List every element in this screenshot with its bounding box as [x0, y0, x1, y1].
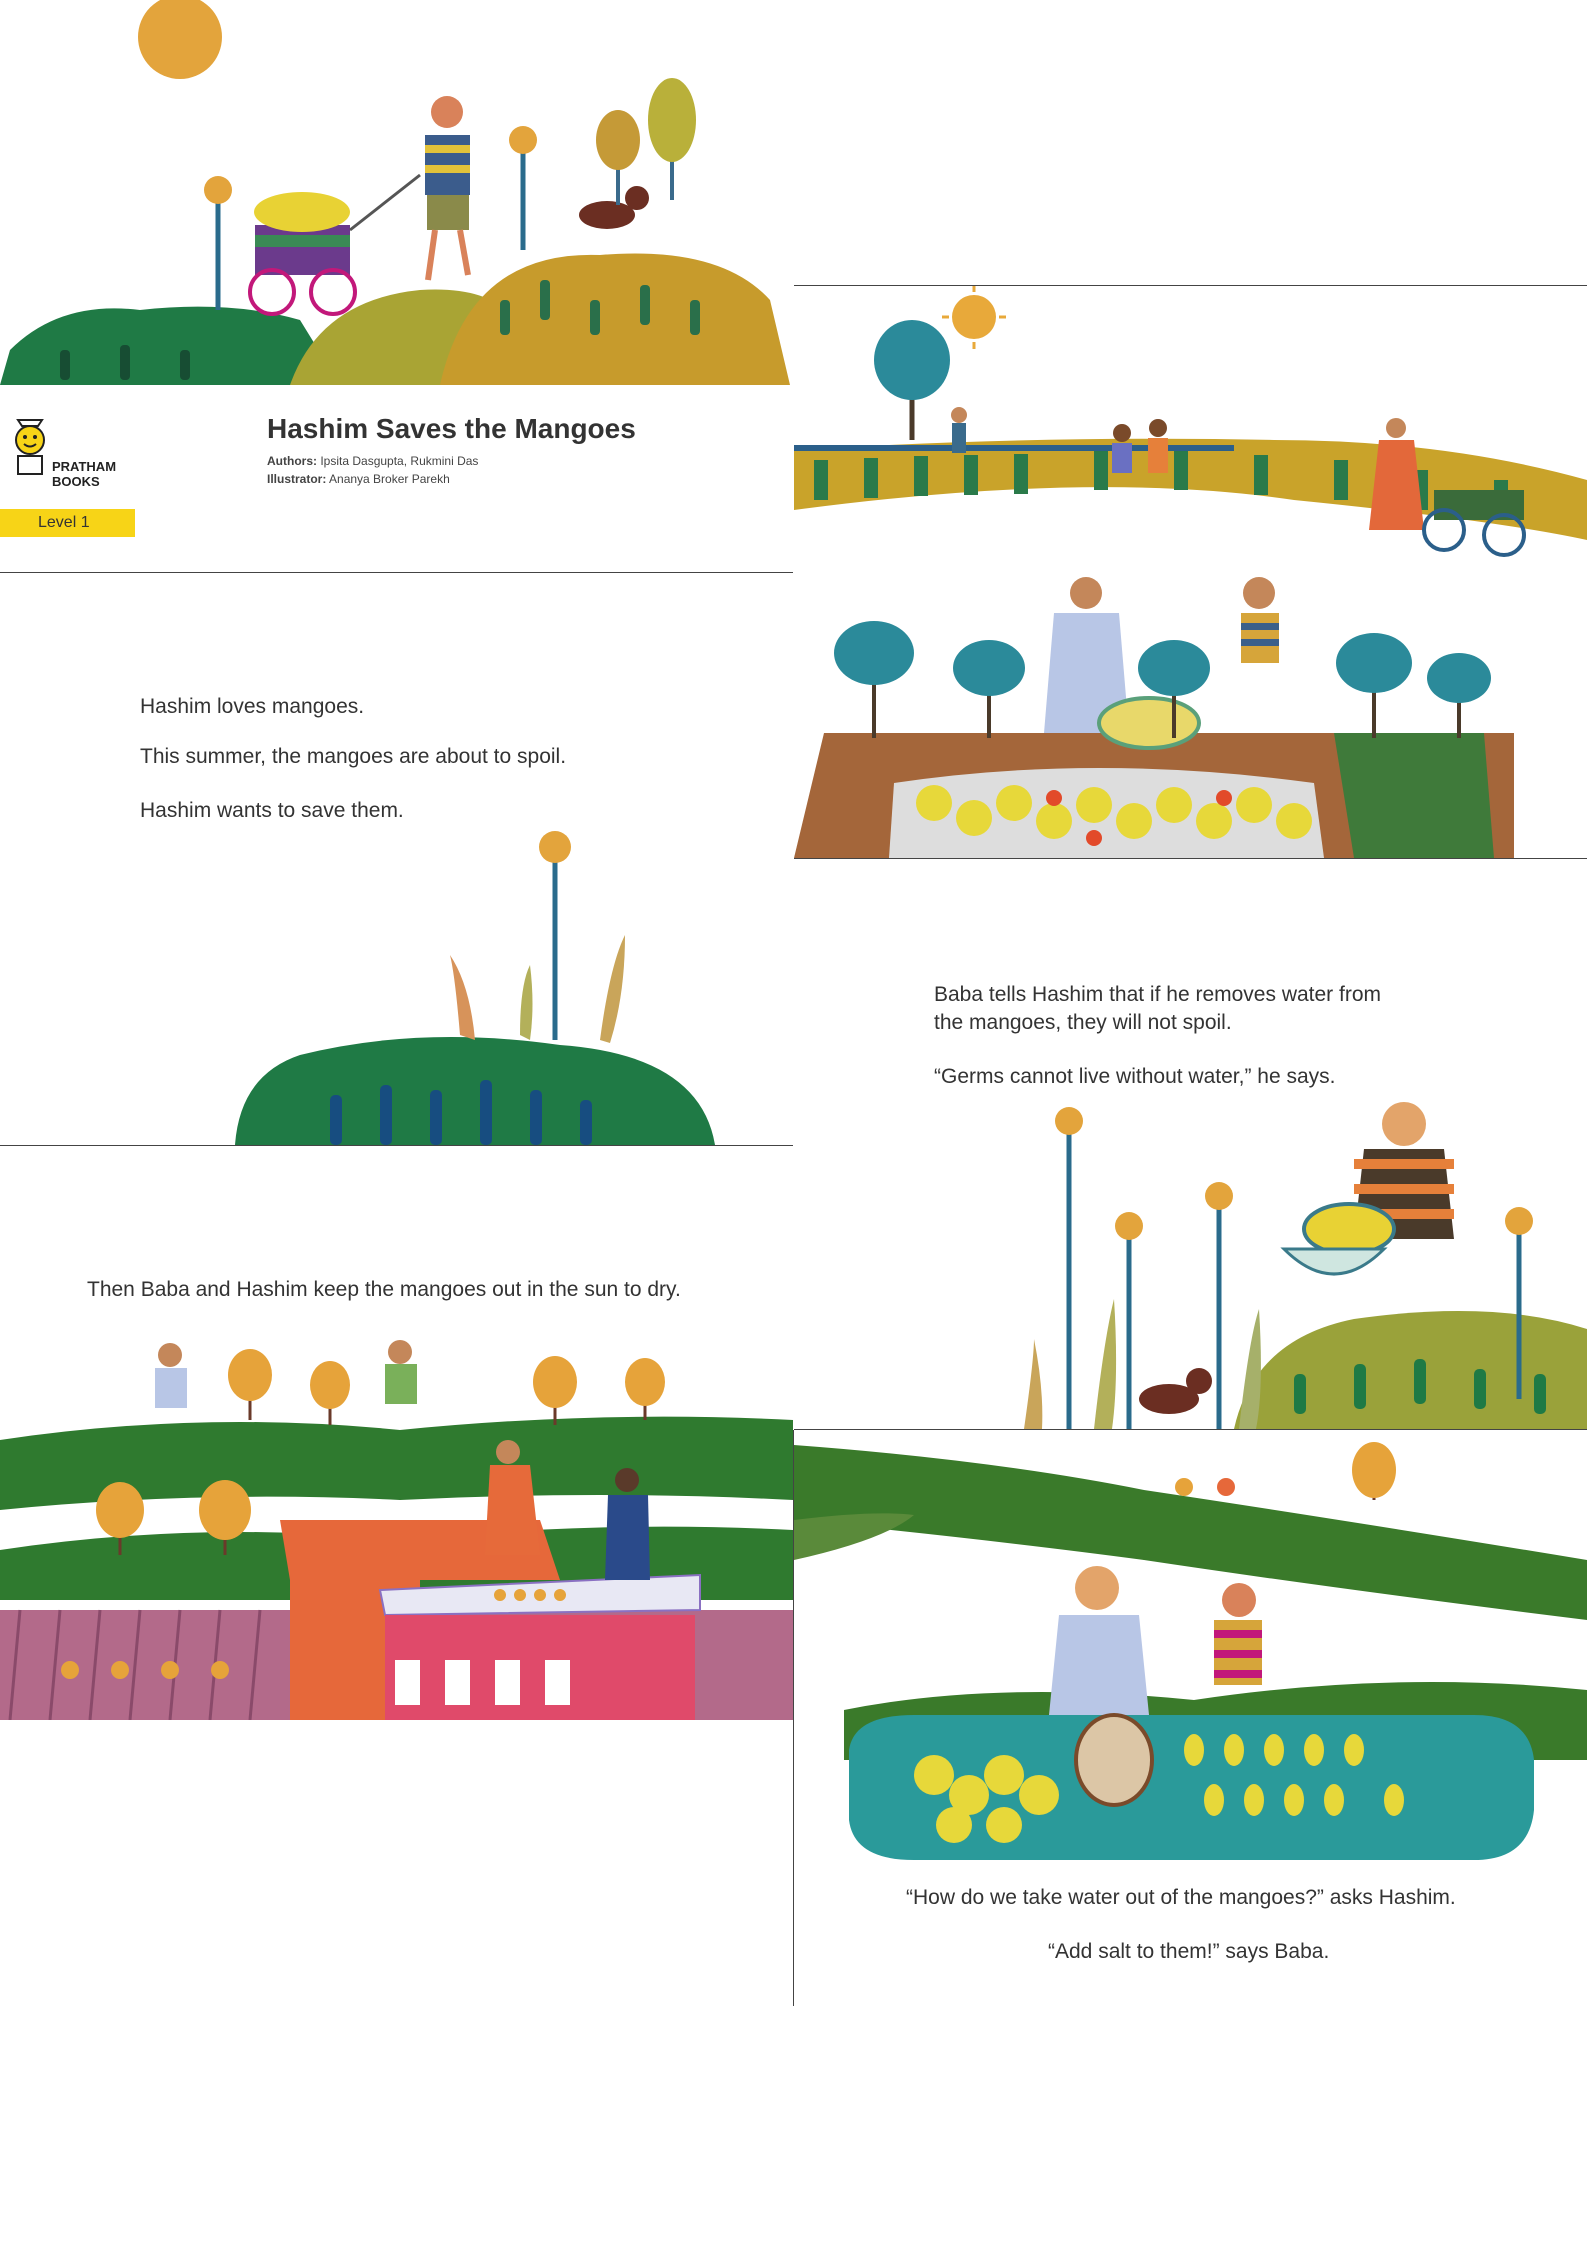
mango-market-illustration [794, 577, 1514, 858]
page-salt-mangoes: “How do we take water out of the mangoes… [794, 1430, 1587, 2006]
baba-hill-illustration [1024, 1102, 1587, 1429]
authors-line: Authors: Ipsita Dasgupta, Rukmini Das [267, 454, 479, 468]
road-scene-illustration [794, 285, 1587, 557]
story-text-line: Then Baba and Hashim keep the mangoes ou… [87, 1278, 681, 1301]
story-text-line: Hashim loves mangoes. [140, 695, 365, 718]
publisher-name: PRATHAM BOOKS [52, 459, 117, 489]
story-text-line: “Germs cannot live without water,” he sa… [934, 1065, 1336, 1088]
book-title: Hashim Saves the Mangoes [267, 413, 636, 444]
page-baba-tells-hashim: Baba tells Hashim that if he removes wat… [794, 859, 1587, 1429]
salt-mangoes-illustration [794, 1442, 1587, 1860]
level-badge: Level 1 [0, 509, 135, 537]
story-text-line: “How do we take water out of the mangoes… [906, 1886, 1456, 1909]
page-mango-market-illustration [794, 573, 1587, 858]
rooftop-drying-illustration [0, 1340, 793, 1720]
story-text-line: This summer, the mangoes are about to sp… [140, 745, 567, 768]
page-road-illustration [794, 0, 1587, 572]
story-text-line: “Add salt to them!” says Baba. [1048, 1940, 1330, 1963]
page-hashim-loves-mangoes: Hashim loves mangoes. This summer, the m… [0, 573, 793, 1145]
page-drying-mangoes: Then Baba and Hashim keep the mangoes ou… [0, 1146, 793, 1720]
illustrator-line: Illustrator: Ananya Broker Parekh [267, 472, 450, 486]
story-text-line: the mangoes, they will not spoil. [934, 1011, 1232, 1034]
hill-flower-illustration [235, 831, 715, 1145]
cover-page: PRATHAM BOOKS Hashim Saves the Mangoes A… [0, 0, 793, 572]
cover-illustration [0, 0, 790, 385]
story-text-line: Baba tells Hashim that if he removes wat… [934, 983, 1382, 1006]
pratham-books-logo-icon [15, 419, 45, 475]
horizontal-divider [794, 285, 1587, 286]
